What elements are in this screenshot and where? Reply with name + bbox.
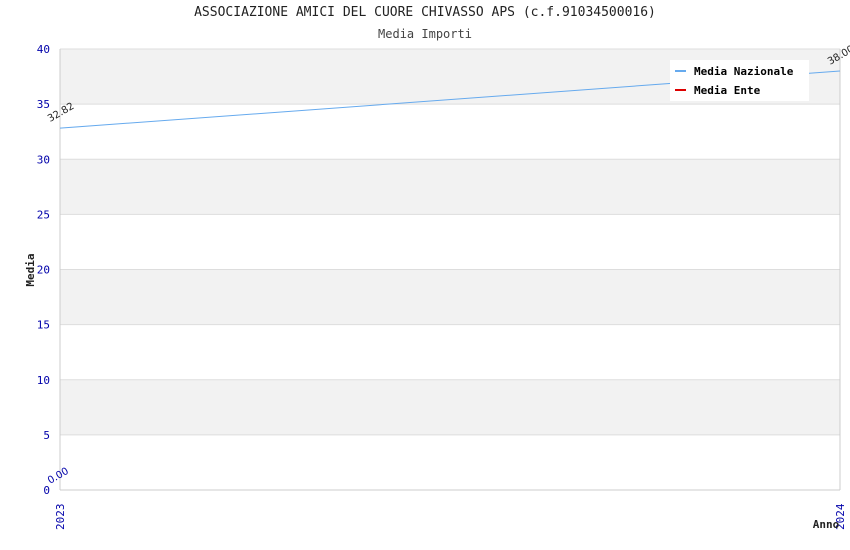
y-tick-label: 40 xyxy=(37,43,50,56)
legend-swatch-ente xyxy=(675,89,686,91)
plot-band xyxy=(60,214,840,270)
plot-band xyxy=(60,324,840,380)
plot-band xyxy=(60,104,840,160)
x-tick-labels: 2023 2024 xyxy=(54,503,847,530)
x-axis-label: Anno xyxy=(813,518,840,531)
y-tick-label: 30 xyxy=(37,153,50,166)
plot-band xyxy=(60,379,840,435)
legend-item-media-ente: Media Ente xyxy=(675,82,760,98)
legend-label: Media Ente xyxy=(694,83,761,97)
plot-band xyxy=(60,434,840,490)
plot-band xyxy=(60,159,840,215)
y-tick-label: 25 xyxy=(37,208,50,221)
plot-band xyxy=(60,269,840,325)
legend-label: Media Nazionale xyxy=(694,64,794,78)
y-tick-label: 10 xyxy=(37,374,50,387)
y-tick-label: 35 xyxy=(37,98,50,111)
y-axis-label: Media xyxy=(24,253,37,286)
y-tick-label: 20 xyxy=(37,264,50,277)
x-tick-label: 2023 xyxy=(54,504,67,531)
legend-item-media-nazionale: Media Nazionale xyxy=(675,63,793,79)
chart-legend: Media Nazionale Media Ente xyxy=(670,60,809,101)
y-tick-label: 15 xyxy=(37,319,50,332)
y-tick-labels: 0 5 10 15 20 25 30 35 40 xyxy=(37,43,50,497)
y-tick-label: 5 xyxy=(43,429,50,442)
legend-swatch-nazionale xyxy=(675,70,686,72)
y-tick-label: 0 xyxy=(43,484,50,497)
